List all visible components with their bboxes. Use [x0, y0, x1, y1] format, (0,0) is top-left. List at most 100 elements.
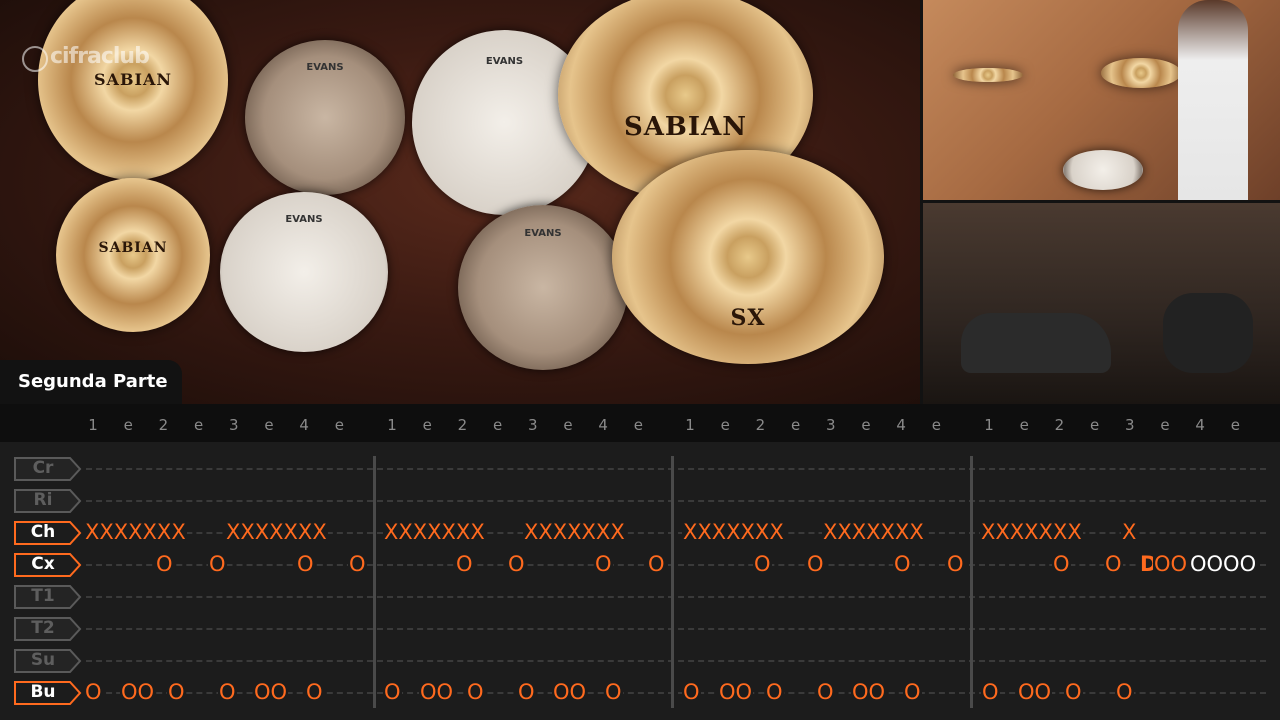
- drumhead-brand-text: EVANS: [524, 228, 562, 240]
- cymbal-brand-text: SABIAN: [93, 70, 172, 89]
- tab-lane-ri: [86, 500, 1266, 502]
- camera-drum: [1063, 150, 1143, 190]
- beat-count-label: 3: [229, 416, 239, 434]
- ride-cymbal: SX: [612, 150, 884, 364]
- beat-count-label: 1: [984, 416, 994, 434]
- row-label-ri[interactable]: Ri: [14, 488, 82, 513]
- row-label-t2[interactable]: T2: [14, 616, 82, 641]
- row-label-text: Cx: [31, 554, 55, 574]
- drumhead-brand-text: EVANS: [306, 61, 344, 73]
- camera-view-drummer: [923, 0, 1280, 200]
- tab-note: XXXXXXX: [523, 520, 626, 544]
- tab-note: O: [647, 552, 666, 576]
- beat-count-label: e: [790, 416, 801, 434]
- cymbal-brand-text: SABIAN: [98, 240, 168, 256]
- shoe-figure: [1163, 293, 1253, 373]
- tab-note: OO: [552, 680, 588, 704]
- row-label-t1[interactable]: T1: [14, 584, 82, 609]
- tab-note: OO: [253, 680, 289, 704]
- floor-tom-drum: EVANS: [458, 205, 628, 370]
- tab-note: O: [218, 680, 237, 704]
- drummer-figure: [1178, 0, 1248, 200]
- beat-count-label: 2: [158, 416, 169, 434]
- tab-lane-cr: [86, 468, 1266, 470]
- tab-note: O: [753, 552, 772, 576]
- tab-note: O: [507, 552, 526, 576]
- tab-note: O: [466, 680, 485, 704]
- row-label-text: Bu: [30, 682, 56, 702]
- beat-count-label: 4: [1195, 416, 1205, 434]
- row-label-su[interactable]: Su: [14, 648, 82, 673]
- row-label-text: Ch: [30, 522, 56, 542]
- cymbal-brand-text: SABIAN: [623, 112, 748, 142]
- tab-note: XXXXXXX: [225, 520, 328, 544]
- beat-count-label: e: [1019, 416, 1029, 434]
- tom-drum-left: EVANS: [245, 40, 405, 195]
- tab-note: OO: [1153, 552, 1189, 576]
- row-label-text: Su: [30, 650, 56, 670]
- hihat-cymbal: SABIAN: [38, 0, 228, 180]
- row-label-cx[interactable]: Cx: [14, 552, 82, 577]
- bar-separator: [970, 456, 973, 708]
- tab-note: O: [1052, 552, 1071, 576]
- beat-count-label: e: [563, 416, 573, 434]
- tab-lane-su: [86, 660, 1266, 662]
- row-label-text: T2: [31, 618, 55, 638]
- tab-note: O: [1104, 552, 1123, 576]
- row-label-bu[interactable]: Bu: [14, 680, 82, 705]
- bar-separator: [373, 456, 376, 708]
- tab-note: OO: [1017, 680, 1053, 704]
- beat-count-label: e: [1160, 416, 1170, 434]
- beat-count-label: e: [1089, 416, 1100, 434]
- beat-count-label: 2: [457, 416, 468, 434]
- main-video-overhead: SABIAN SABIAN EVANS EVANS EVANS EVANS SA…: [0, 0, 920, 404]
- tab-note: O: [1115, 680, 1134, 704]
- beat-count-label: e: [334, 416, 344, 434]
- beat-count-label: e: [931, 416, 941, 434]
- beat-count-label: 2: [755, 416, 766, 434]
- tab-note: X: [1121, 520, 1138, 544]
- tab-note: O: [84, 680, 103, 704]
- tab-note: OO: [419, 680, 455, 704]
- tab-note: O: [682, 680, 701, 704]
- tab-note: O: [296, 552, 315, 576]
- tab-note: OOOO: [1189, 552, 1258, 576]
- section-label-text: Segunda Parte: [18, 371, 168, 392]
- tab-note: O: [208, 552, 227, 576]
- camera-view-pedals: [923, 203, 1280, 404]
- beat-count-header: 1 e 2 e 3 e 4 e 1 e 2 e 3 e 4 e 1 e 2 e 3 e 4 e 1 e 2 e 3 e 4 e: [0, 404, 1280, 442]
- tab-note: XXXXXXX: [84, 520, 187, 544]
- tab-note: O: [893, 552, 912, 576]
- snare-drum: EVANS: [220, 192, 388, 352]
- splash-cymbal: SABIAN: [56, 178, 210, 332]
- tab-note: OO: [120, 680, 156, 704]
- beat-count-label: e: [861, 416, 871, 434]
- camera-cymbal: [1101, 58, 1181, 88]
- tab-note: O: [981, 680, 1000, 704]
- beat-count-label: e: [264, 416, 274, 434]
- tab-note: O: [604, 680, 623, 704]
- tab-lane-cx: [86, 564, 1266, 566]
- camera-cymbal: [953, 68, 1023, 82]
- tab-note: O: [946, 552, 965, 576]
- tab-note: O: [903, 680, 922, 704]
- tab-note: O: [806, 552, 825, 576]
- beat-count-label: 4: [598, 416, 608, 434]
- row-label-text: T1: [31, 586, 55, 606]
- tab-note: O: [594, 552, 613, 576]
- beat-count-label: 3: [528, 416, 538, 434]
- beat-count-label: e: [492, 416, 503, 434]
- beat-count-label: e: [123, 416, 133, 434]
- tab-note: O: [155, 552, 174, 576]
- tab-lane-t1: [86, 596, 1266, 598]
- tab-note: O: [305, 680, 324, 704]
- tab-note: O: [1064, 680, 1083, 704]
- tab-note: O: [383, 680, 402, 704]
- row-label-cr[interactable]: Cr: [14, 456, 82, 481]
- drum-tab-grid: Cr Ri Ch Cx T1 T2 Su Bu XXXXXXX XXXXXXX XXXXXXX XXX…: [0, 442, 1280, 720]
- tab-note: XXXXXXX: [980, 520, 1083, 544]
- beat-count-label: e: [193, 416, 204, 434]
- tab-note: O: [816, 680, 835, 704]
- beat-count-label: e: [422, 416, 432, 434]
- row-label-ch[interactable]: Ch: [14, 520, 82, 545]
